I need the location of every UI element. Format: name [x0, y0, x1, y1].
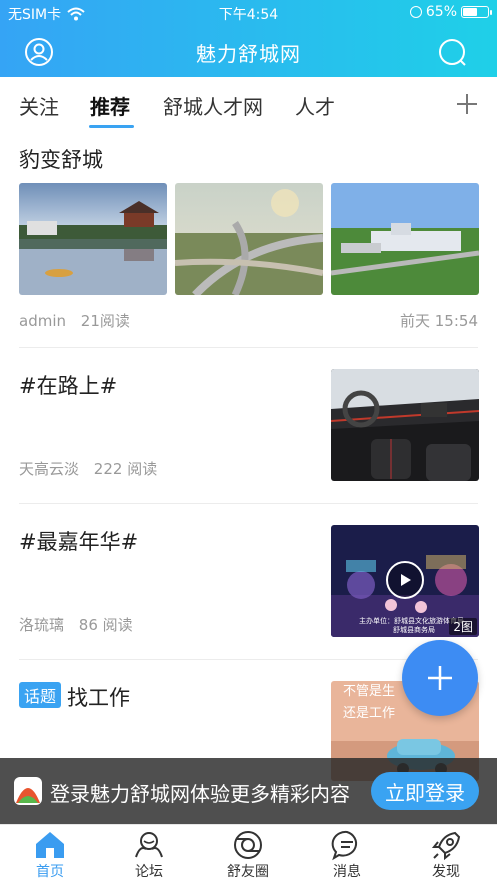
post-image[interactable]: [19, 183, 167, 295]
tab-follow[interactable]: 关注: [19, 91, 59, 120]
tab-recommend[interactable]: 推荐: [90, 91, 130, 120]
login-button[interactable]: 立即登录: [371, 772, 479, 810]
plus-icon: [428, 666, 452, 690]
post-video[interactable]: 主办单位：舒城县文化旅游体育局 舒城县商务局 2图: [331, 525, 479, 637]
search-icon[interactable]: [437, 37, 467, 67]
post-title: 豹变舒城: [19, 148, 103, 172]
post-reads: 222 阅读: [93, 460, 158, 478]
image-text: 不管是生: [343, 684, 396, 699]
friends-circle-icon: [234, 831, 262, 859]
nav-forum[interactable]: 论坛: [109, 829, 189, 881]
post-title: #最嘉年华#: [19, 530, 139, 554]
bottom-nav: 首页 论坛 舒友圈 消息 发现: [0, 824, 497, 883]
nav-friends-circle[interactable]: 舒友圈: [208, 829, 288, 881]
video-caption: 主办单位：舒城县文化旅游体育局: [359, 617, 464, 625]
nav-messages[interactable]: 消息: [307, 829, 387, 881]
message-icon: [331, 830, 358, 861]
channel-tabs: 关注 推荐 舒城人才网 人才: [0, 77, 497, 131]
post-title: #在路上#: [19, 374, 118, 398]
post-card[interactable]: 豹变舒城 admin 21阅读 前天 15:54: [0, 131, 497, 348]
nav-label: 论坛: [135, 864, 163, 880]
rotation-lock-icon: [409, 6, 422, 18]
post-image[interactable]: [175, 183, 323, 295]
post-title: 找工作: [67, 686, 131, 710]
nav-label: 首页: [36, 864, 64, 880]
app-title: 魅力舒城网: [196, 42, 301, 66]
video-caption: 舒城县商务局: [393, 626, 435, 634]
tab-talent-network[interactable]: 舒城人才网: [163, 91, 263, 120]
create-post-button[interactable]: [402, 640, 478, 716]
image-text: 还是工作: [343, 706, 396, 721]
post-reads: 86 阅读: [78, 616, 133, 634]
tab-active-indicator: [89, 125, 134, 128]
app-bar: 魅力舒城网: [0, 26, 497, 77]
status-bar: 无SIM卡 下午4:54 65%: [0, 0, 497, 26]
app-logo-icon: [14, 777, 42, 805]
post-author: 天高云淡: [19, 460, 80, 478]
highway-interchange-image: [175, 183, 323, 295]
nav-home[interactable]: 首页: [10, 829, 90, 881]
forum-icon: [135, 832, 163, 858]
rocket-icon: [431, 831, 461, 861]
post-image[interactable]: [331, 369, 479, 481]
industrial-park-image: [331, 183, 479, 295]
login-banner: 登录魅力舒城网体验更多精彩内容 立即登录: [0, 758, 497, 824]
battery-icon: [461, 6, 492, 18]
post-author: admin: [19, 312, 66, 330]
post-card[interactable]: #在路上# 天高云淡 222 阅读: [0, 348, 497, 503]
login-banner-text: 登录魅力舒城网体验更多精彩内容: [50, 782, 350, 806]
nav-label: 发现: [432, 864, 460, 880]
play-icon[interactable]: [386, 561, 424, 599]
pavilion-lake-image: [19, 183, 167, 295]
post-card[interactable]: #最嘉年华# 洛琉璃 86 阅读 主办单位：舒城县文化旅游体育局 舒城县商务局 …: [0, 504, 497, 659]
home-icon: [36, 832, 64, 858]
battery-percent: 65%: [425, 4, 457, 20]
nav-discover[interactable]: 发现: [406, 829, 486, 881]
car-interior-image: [331, 369, 479, 481]
plus-icon: [457, 94, 477, 114]
nav-label: 舒友圈: [227, 864, 269, 880]
post-reads: 21阅读: [80, 312, 130, 330]
topic-badge: 话题: [19, 682, 62, 708]
image-count-badge: 2图: [449, 618, 477, 635]
app-screen: 无SIM卡 下午4:54 65% 魅力舒城网 关注 推荐 舒城人才网 人才 豹变…: [0, 0, 497, 883]
header: 无SIM卡 下午4:54 65% 魅力舒城网: [0, 0, 497, 77]
post-image[interactable]: [331, 183, 479, 295]
tab-talent[interactable]: 人才: [295, 91, 335, 120]
nav-label: 消息: [333, 864, 361, 880]
add-channel-button[interactable]: [419, 77, 497, 131]
post-time: 前天 15:54: [400, 312, 478, 330]
post-author: 洛琉璃: [19, 616, 65, 634]
